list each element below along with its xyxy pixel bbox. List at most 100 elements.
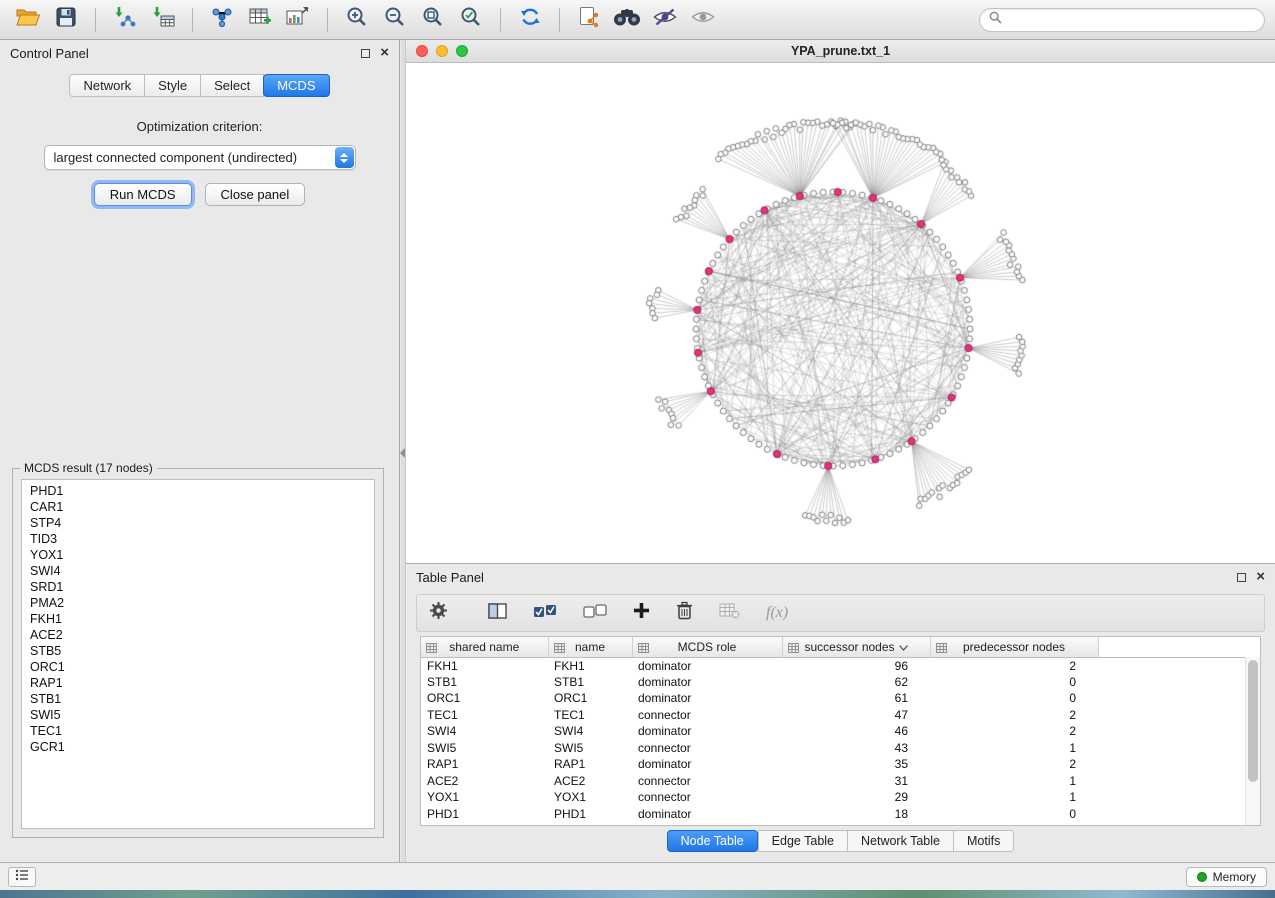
float-panel-icon[interactable]: [361, 49, 370, 58]
window-maximize-icon[interactable]: [456, 45, 468, 57]
table-scrollbar-thumb[interactable]: [1248, 660, 1258, 782]
import-network-button[interactable]: [107, 4, 143, 36]
network-window-title: YPA_prune.txt_1: [791, 44, 890, 58]
node-table-row[interactable]: FKH1FKH1dominator962: [421, 657, 1260, 674]
network-window-titlebar[interactable]: YPA_prune.txt_1: [406, 40, 1275, 63]
table-scrollbar[interactable]: [1245, 657, 1260, 825]
column-header-predecessor-nodes[interactable]: predecessor nodes: [930, 637, 1098, 657]
node-table-cell: SWI5: [548, 740, 632, 757]
mcds-result-item[interactable]: TID3: [30, 531, 374, 547]
node-table-cell: dominator: [632, 690, 782, 707]
fit-content-button[interactable]: [415, 4, 451, 36]
close-panel-button[interactable]: Close panel: [205, 183, 306, 206]
column-header-name[interactable]: name: [548, 637, 632, 657]
refresh-icon: [519, 7, 541, 32]
mcds-result-item[interactable]: STB5: [30, 643, 374, 659]
task-history-button[interactable]: [8, 867, 36, 887]
close-panel-icon[interactable]: ×: [380, 48, 389, 58]
create-column-button[interactable]: [633, 602, 650, 624]
node-table-cell: 46: [782, 723, 930, 740]
mcds-result-item[interactable]: STP4: [30, 515, 374, 531]
column-settings-button[interactable]: [429, 601, 448, 625]
zoom-selected-button[interactable]: [453, 4, 489, 36]
application-window: Control Panel × Network Style Select MCD…: [0, 0, 1275, 898]
node-table-row[interactable]: STB1STB1dominator620: [421, 674, 1260, 691]
delete-columns-button[interactable]: [676, 601, 693, 625]
run-mcds-button[interactable]: Run MCDS: [94, 183, 192, 206]
dropdown-stepper-icon: [335, 147, 354, 168]
tab-select[interactable]: Select: [201, 74, 264, 97]
window-close-icon[interactable]: [416, 45, 428, 57]
apply-function-button[interactable]: f(x): [766, 604, 788, 622]
mcds-result-item[interactable]: GCR1: [30, 739, 374, 755]
search-network-button[interactable]: [609, 4, 645, 36]
unchecked-boxes-icon: [583, 604, 607, 623]
export-image-button[interactable]: [280, 4, 316, 36]
hide-graphics-details-button[interactable]: [647, 4, 683, 36]
show-graphics-details-button[interactable]: [685, 4, 721, 36]
mcds-result-item[interactable]: PMA2: [30, 595, 374, 611]
mcds-result-item[interactable]: ACE2: [30, 627, 374, 643]
mcds-result-item[interactable]: FKH1: [30, 611, 374, 627]
tab-node-table[interactable]: Node Table: [667, 830, 758, 852]
mcds-result-item[interactable]: SWI4: [30, 563, 374, 579]
memory-button[interactable]: Memory: [1186, 867, 1267, 887]
memory-label: Memory: [1213, 870, 1256, 884]
tab-style[interactable]: Style: [145, 74, 201, 97]
node-table-row[interactable]: TEC1TEC1connector472: [421, 707, 1260, 724]
function-label: f(x): [766, 604, 788, 622]
node-table-row[interactable]: RAP1RAP1dominator352: [421, 756, 1260, 773]
node-table-cell: connector: [632, 789, 782, 806]
mcds-result-item[interactable]: ORC1: [30, 659, 374, 675]
mcds-result-item[interactable]: TEC1: [30, 723, 374, 739]
refresh-view-button[interactable]: [512, 4, 548, 36]
mcds-result-item[interactable]: YOX1: [30, 547, 374, 563]
mcds-result-item[interactable]: PHD1: [30, 483, 374, 499]
mcds-result-item[interactable]: STB1: [30, 691, 374, 707]
select-all-rows-button[interactable]: [533, 604, 557, 623]
tab-network-table[interactable]: Network Table: [848, 830, 954, 852]
node-table-row[interactable]: ORC1ORC1dominator610: [421, 690, 1260, 707]
new-table-button[interactable]: [242, 4, 278, 36]
float-table-panel-icon[interactable]: [1237, 573, 1246, 582]
import-table-button[interactable]: [145, 4, 181, 36]
tab-mcds[interactable]: MCDS: [263, 74, 329, 97]
node-table-cell-filler: [1098, 723, 1260, 740]
window-minimize-icon[interactable]: [436, 45, 448, 57]
mcds-result-list[interactable]: PHD1CAR1STP4TID3YOX1SWI4SRD1PMA2FKH1ACE2…: [21, 479, 375, 829]
mcds-result-item[interactable]: RAP1: [30, 675, 374, 691]
node-table-row[interactable]: ACE2ACE2connector311: [421, 773, 1260, 790]
node-table-cell: 1: [930, 740, 1098, 757]
deselect-all-rows-button[interactable]: [583, 604, 607, 623]
node-table-cell: 2: [930, 657, 1098, 674]
node-table-row[interactable]: SWI4SWI4dominator462: [421, 723, 1260, 740]
node-table-row[interactable]: SWI5SWI5connector431: [421, 740, 1260, 757]
toolbar-search[interactable]: [979, 8, 1265, 32]
export-network-button[interactable]: [571, 4, 607, 36]
network-canvas[interactable]: [406, 63, 1274, 562]
node-table-cell: YOX1: [421, 789, 548, 806]
tab-network[interactable]: Network: [69, 74, 145, 97]
tab-motifs[interactable]: Motifs: [954, 830, 1014, 852]
save-session-button[interactable]: [48, 4, 84, 36]
toolbar-separator: [500, 8, 501, 32]
column-header-mcds-role[interactable]: MCDS role: [632, 637, 782, 657]
node-table-row[interactable]: PHD1PHD1dominator180: [421, 806, 1260, 823]
close-table-panel-icon[interactable]: ×: [1256, 572, 1265, 582]
node-table-row[interactable]: YOX1YOX1connector291: [421, 789, 1260, 806]
mcds-result-item[interactable]: SWI5: [30, 707, 374, 723]
open-session-button[interactable]: [10, 4, 46, 36]
new-network-button[interactable]: [204, 4, 240, 36]
mcds-result-item[interactable]: CAR1: [30, 499, 374, 515]
toggle-panel-button[interactable]: [488, 603, 507, 624]
search-input[interactable]: [1007, 13, 1255, 27]
optimization-criterion-select[interactable]: largest connected component (undirected): [44, 145, 356, 170]
zoom-out-button[interactable]: [377, 4, 413, 36]
zoom-out-icon: [384, 6, 406, 33]
tab-edge-table[interactable]: Edge Table: [758, 830, 848, 852]
binoculars-icon: [613, 8, 641, 31]
zoom-in-button[interactable]: [339, 4, 375, 36]
mcds-result-item[interactable]: SRD1: [30, 579, 374, 595]
column-header-shared-name[interactable]: shared name: [421, 637, 548, 657]
column-header-successor-nodes[interactable]: successor nodes: [782, 637, 930, 657]
